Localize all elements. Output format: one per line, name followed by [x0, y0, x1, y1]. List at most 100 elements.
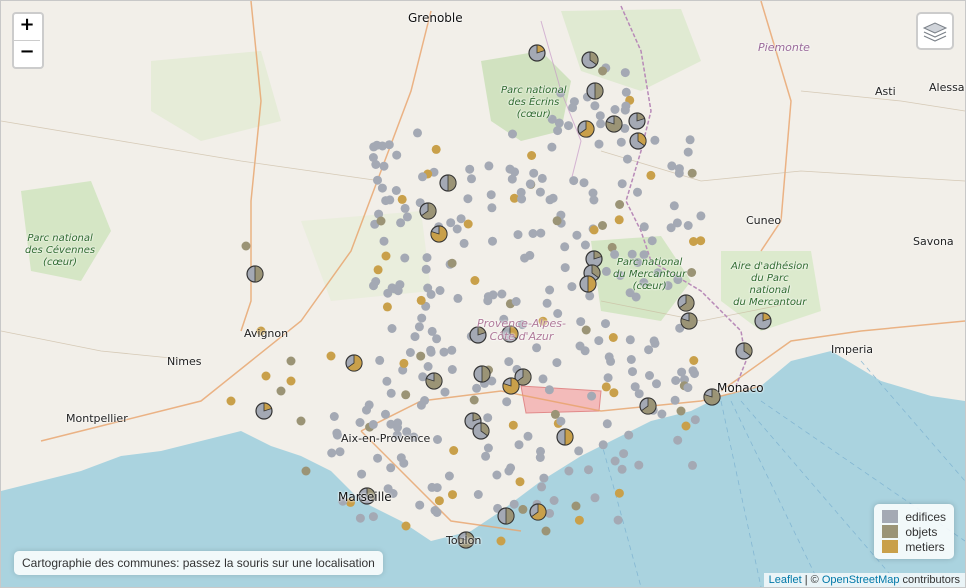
commune-marker[interactable] [610, 105, 620, 114]
commune-marker[interactable] [517, 194, 527, 204]
commune-pie-marker[interactable] [677, 294, 695, 312]
commune-marker[interactable] [381, 409, 390, 419]
commune-marker[interactable] [667, 161, 677, 171]
commune-marker[interactable] [483, 292, 493, 302]
zoom-in-button[interactable]: + [14, 14, 40, 41]
commune-marker[interactable] [276, 386, 286, 396]
commune-marker[interactable] [385, 195, 395, 205]
commune-marker[interactable] [435, 286, 445, 295]
commune-marker[interactable] [615, 200, 625, 209]
commune-marker[interactable] [452, 224, 462, 234]
commune-marker[interactable] [690, 415, 700, 425]
commune-marker[interactable] [574, 515, 584, 525]
commune-marker[interactable] [542, 298, 552, 308]
commune-marker[interactable] [681, 421, 691, 431]
commune-marker[interactable] [386, 463, 396, 473]
commune-marker[interactable] [405, 348, 415, 357]
commune-marker[interactable] [598, 440, 608, 450]
commune-marker[interactable] [506, 463, 516, 473]
commune-marker[interactable] [507, 174, 517, 184]
commune-marker[interactable] [545, 285, 555, 295]
commune-marker[interactable] [614, 488, 624, 498]
commune-marker[interactable] [595, 111, 605, 121]
commune-marker[interactable] [535, 187, 545, 197]
commune-marker[interactable] [382, 376, 392, 386]
commune-marker[interactable] [552, 216, 562, 226]
commune-marker[interactable] [576, 317, 586, 327]
commune-pie-marker[interactable] [528, 44, 546, 62]
commune-marker[interactable] [688, 460, 697, 470]
commune-marker[interactable] [590, 493, 600, 503]
commune-marker[interactable] [560, 263, 570, 273]
commune-marker[interactable] [413, 128, 422, 138]
commune-marker[interactable] [624, 430, 634, 440]
commune-marker[interactable] [355, 513, 365, 523]
commune-pie-marker[interactable] [586, 82, 604, 100]
map-basemap[interactable] [1, 1, 965, 587]
commune-marker[interactable] [598, 66, 608, 76]
commune-pie-marker[interactable] [639, 397, 657, 415]
osm-link[interactable]: OpenStreetMap [822, 574, 900, 586]
commune-marker[interactable] [502, 397, 512, 407]
commune-marker[interactable] [567, 282, 577, 292]
commune-marker[interactable] [673, 435, 683, 445]
commune-marker[interactable] [504, 357, 514, 367]
commune-marker[interactable] [509, 499, 519, 509]
commune-marker[interactable] [434, 496, 444, 506]
commune-marker[interactable] [375, 355, 385, 365]
commune-marker[interactable] [402, 212, 412, 222]
commune-marker[interactable] [601, 266, 611, 276]
commune-marker[interactable] [431, 144, 441, 154]
commune-marker[interactable] [623, 154, 632, 164]
commune-marker[interactable] [527, 151, 537, 160]
commune-marker[interactable] [529, 168, 539, 178]
commune-marker[interactable] [492, 470, 502, 480]
commune-pie-marker[interactable] [345, 354, 363, 372]
commune-marker[interactable] [427, 482, 437, 492]
commune-marker[interactable] [368, 420, 378, 429]
commune-marker[interactable] [410, 332, 420, 342]
commune-pie-marker[interactable] [556, 428, 574, 446]
commune-marker[interactable] [301, 466, 311, 476]
commune-marker[interactable] [685, 135, 695, 145]
commune-marker[interactable] [401, 521, 411, 531]
commune-marker[interactable] [649, 336, 659, 346]
commune-marker[interactable] [433, 435, 442, 444]
commune-marker[interactable] [448, 490, 457, 500]
commune-marker[interactable] [674, 168, 684, 178]
commune-marker[interactable] [371, 160, 381, 169]
commune-marker[interactable] [572, 230, 582, 240]
commune-marker[interactable] [604, 352, 614, 362]
commune-marker[interactable] [548, 193, 558, 203]
commune-marker[interactable] [369, 142, 379, 152]
commune-marker[interactable] [626, 355, 636, 364]
layers-button[interactable] [916, 12, 954, 50]
commune-marker[interactable] [335, 447, 345, 457]
commune-marker[interactable] [571, 501, 581, 511]
commune-marker[interactable] [373, 265, 383, 275]
commune-marker[interactable] [646, 170, 656, 180]
commune-marker[interactable] [387, 324, 397, 333]
commune-marker[interactable] [483, 413, 493, 423]
commune-marker[interactable] [639, 222, 649, 232]
commune-marker[interactable] [422, 253, 432, 263]
commune-marker[interactable] [379, 236, 389, 246]
commune-marker[interactable] [535, 453, 545, 462]
commune-marker[interactable] [610, 456, 620, 466]
commune-marker[interactable] [373, 175, 382, 185]
commune-marker[interactable] [459, 238, 469, 248]
commune-marker[interactable] [630, 382, 640, 392]
commune-pie-marker[interactable] [246, 265, 264, 283]
commune-marker[interactable] [575, 341, 585, 351]
commune-marker[interactable] [538, 374, 548, 384]
commune-marker[interactable] [676, 406, 686, 416]
commune-marker[interactable] [564, 466, 574, 476]
commune-marker[interactable] [395, 280, 405, 290]
commune-pie-marker[interactable] [497, 507, 515, 525]
commune-marker[interactable] [650, 135, 660, 145]
commune-marker[interactable] [594, 139, 604, 149]
commune-marker[interactable] [463, 194, 473, 204]
commune-pie-marker[interactable] [577, 120, 595, 138]
commune-marker[interactable] [392, 150, 402, 160]
commune-marker[interactable] [625, 335, 635, 345]
